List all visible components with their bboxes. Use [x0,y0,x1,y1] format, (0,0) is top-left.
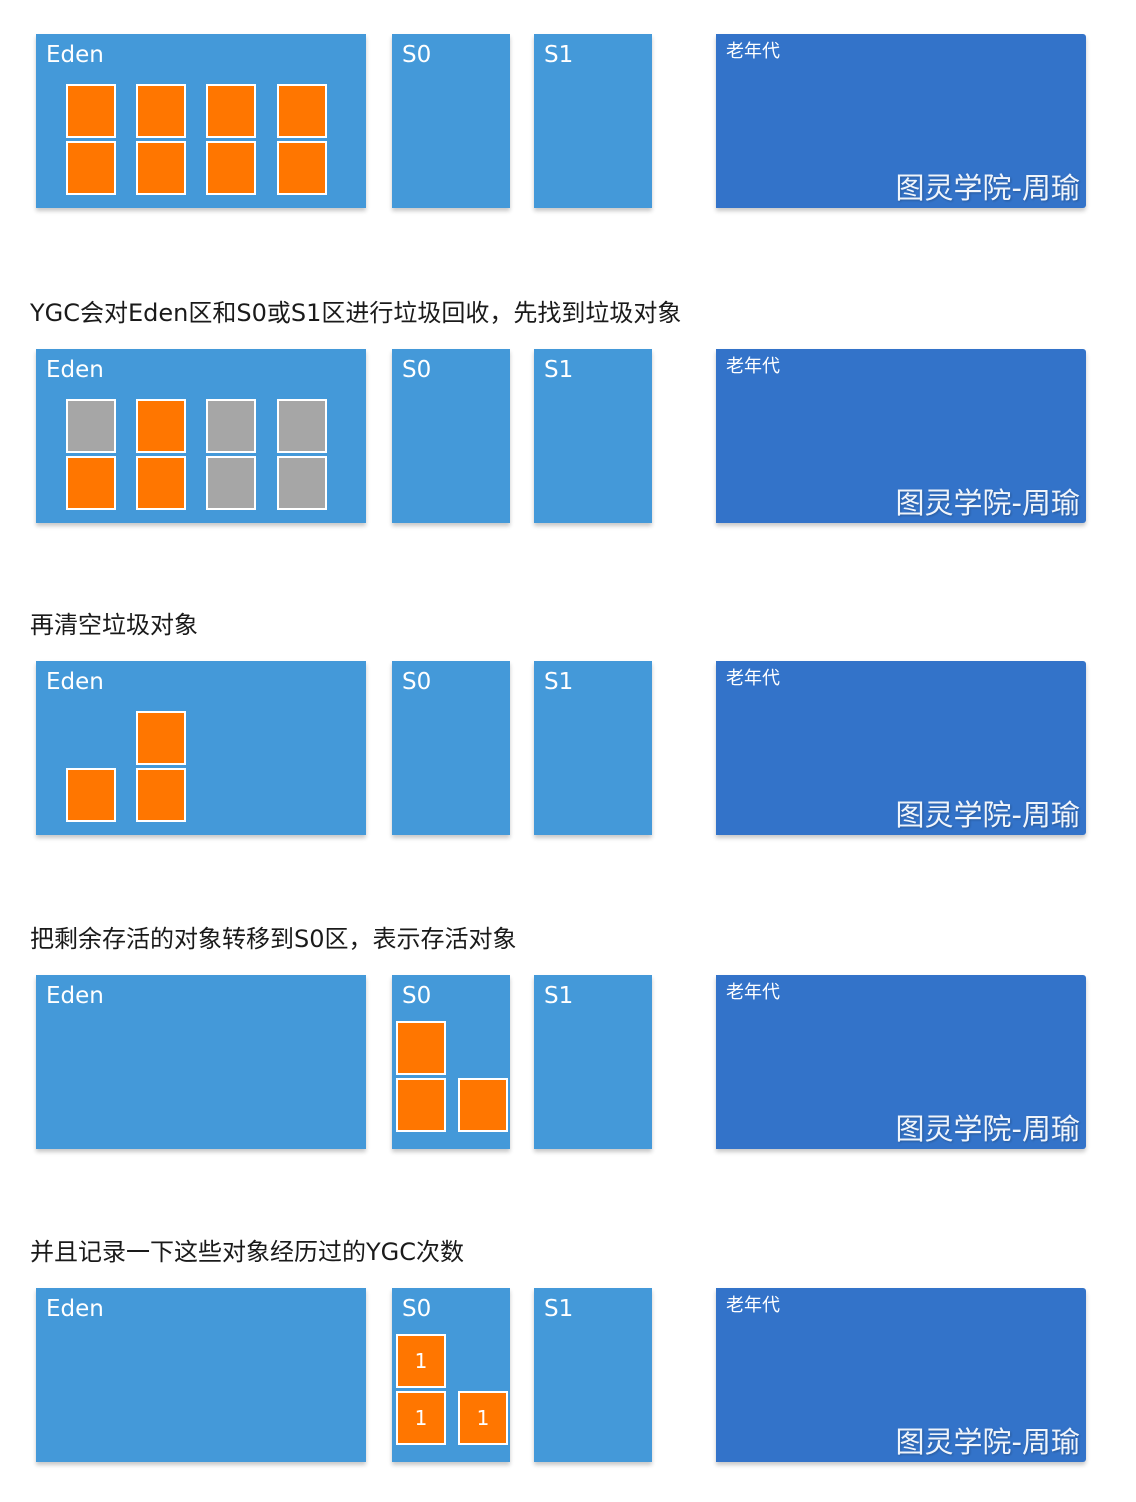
old-gen-region: 老年代图灵学院-周瑜 [716,661,1086,835]
live-object [66,768,116,822]
memory-panel-stage-3: Eden S0 S1 老年代图灵学院-周瑜 [0,661,1136,839]
s1-region: S1 [534,34,652,208]
eden-region: Eden [36,1288,366,1462]
live-object [277,141,327,195]
live-object [458,1078,508,1132]
live-object [136,84,186,138]
s0-region: S0 [392,34,510,208]
ygc-age-count: 1 [414,1406,428,1430]
memory-panel-stage-4: Eden S0 S1 老年代图灵学院-周瑜 [0,975,1136,1153]
live-object [66,141,116,195]
watermark: 图灵学院-周瑜 [895,1425,1080,1459]
caption-ygc-find-garbage: YGC会对Eden区和S0或S1区进行垃圾回收，先找到垃圾对象 [30,299,682,327]
memory-panel-stage-1: Eden S0 S1 老年代图灵学院-周瑜 [0,34,1136,212]
eden-region-label: Eden [46,357,104,383]
caption-clear-garbage: 再清空垃圾对象 [30,611,198,639]
old-gen-region-label: 老年代 [726,982,780,1003]
live-object [136,456,186,510]
watermark: 图灵学院-周瑜 [895,171,1080,205]
s1-region-label: S1 [544,983,574,1009]
garbage-object [277,399,327,453]
s1-region-label: S1 [544,42,574,68]
live-object-with-age: 1 [396,1334,446,1388]
s1-region-label: S1 [544,1296,574,1322]
eden-region-label: Eden [46,983,104,1009]
old-gen-region-label: 老年代 [726,1295,780,1316]
s0-region-label: S0 [402,42,432,68]
old-gen-region: 老年代图灵学院-周瑜 [716,349,1086,523]
live-object [136,399,186,453]
watermark: 图灵学院-周瑜 [895,798,1080,832]
live-object [136,141,186,195]
watermark: 图灵学院-周瑜 [895,1112,1080,1146]
watermark: 图灵学院-周瑜 [895,486,1080,520]
old-gen-region-label: 老年代 [726,668,780,689]
ygc-age-count: 1 [476,1406,490,1430]
s1-region: S1 [534,1288,652,1462]
eden-region-label: Eden [46,669,104,695]
live-object [136,711,186,765]
eden-region-label: Eden [46,1296,104,1322]
eden-region: Eden [36,349,366,523]
live-object [66,456,116,510]
live-object [396,1021,446,1075]
old-gen-region: 老年代图灵学院-周瑜 [716,34,1086,208]
live-object [136,768,186,822]
s0-region: S0 [392,661,510,835]
live-object [206,84,256,138]
live-object-with-age: 1 [458,1391,508,1445]
garbage-object [206,456,256,510]
live-object [396,1078,446,1132]
old-gen-region: 老年代图灵学院-周瑜 [716,975,1086,1149]
s0-region: S0 [392,349,510,523]
s0-region-label: S0 [402,357,432,383]
live-object [206,141,256,195]
old-gen-region-label: 老年代 [726,356,780,377]
eden-region: Eden [36,34,366,208]
s1-region-label: S1 [544,357,574,383]
garbage-object [66,399,116,453]
s1-region: S1 [534,661,652,835]
garbage-object [277,456,327,510]
s0-region: S0 1 1 1 [392,1288,510,1462]
s1-region-label: S1 [544,669,574,695]
s0-region-label: S0 [402,1296,432,1322]
s1-region: S1 [534,975,652,1149]
memory-panel-stage-2: Eden S0 S1 老年代图灵学院-周瑜 [0,349,1136,527]
caption-move-to-s0: 把剩余存活的对象转移到S0区，表示存活对象 [30,925,517,953]
live-object-with-age: 1 [396,1391,446,1445]
old-gen-region-label: 老年代 [726,41,780,62]
ygc-age-count: 1 [414,1349,428,1373]
eden-region-label: Eden [46,42,104,68]
caption-record-ygc-count: 并且记录一下这些对象经历过的YGC次数 [30,1238,465,1266]
s0-region-label: S0 [402,983,432,1009]
live-object [277,84,327,138]
old-gen-region: 老年代图灵学院-周瑜 [716,1288,1086,1462]
memory-panel-stage-5: Eden S0 1 1 1 S1 老年代图灵学院-周瑜 [0,1288,1136,1466]
s1-region: S1 [534,349,652,523]
s0-region-label: S0 [402,669,432,695]
eden-region: Eden [36,661,366,835]
live-object [66,84,116,138]
garbage-object [206,399,256,453]
eden-region: Eden [36,975,366,1149]
s0-region: S0 [392,975,510,1149]
